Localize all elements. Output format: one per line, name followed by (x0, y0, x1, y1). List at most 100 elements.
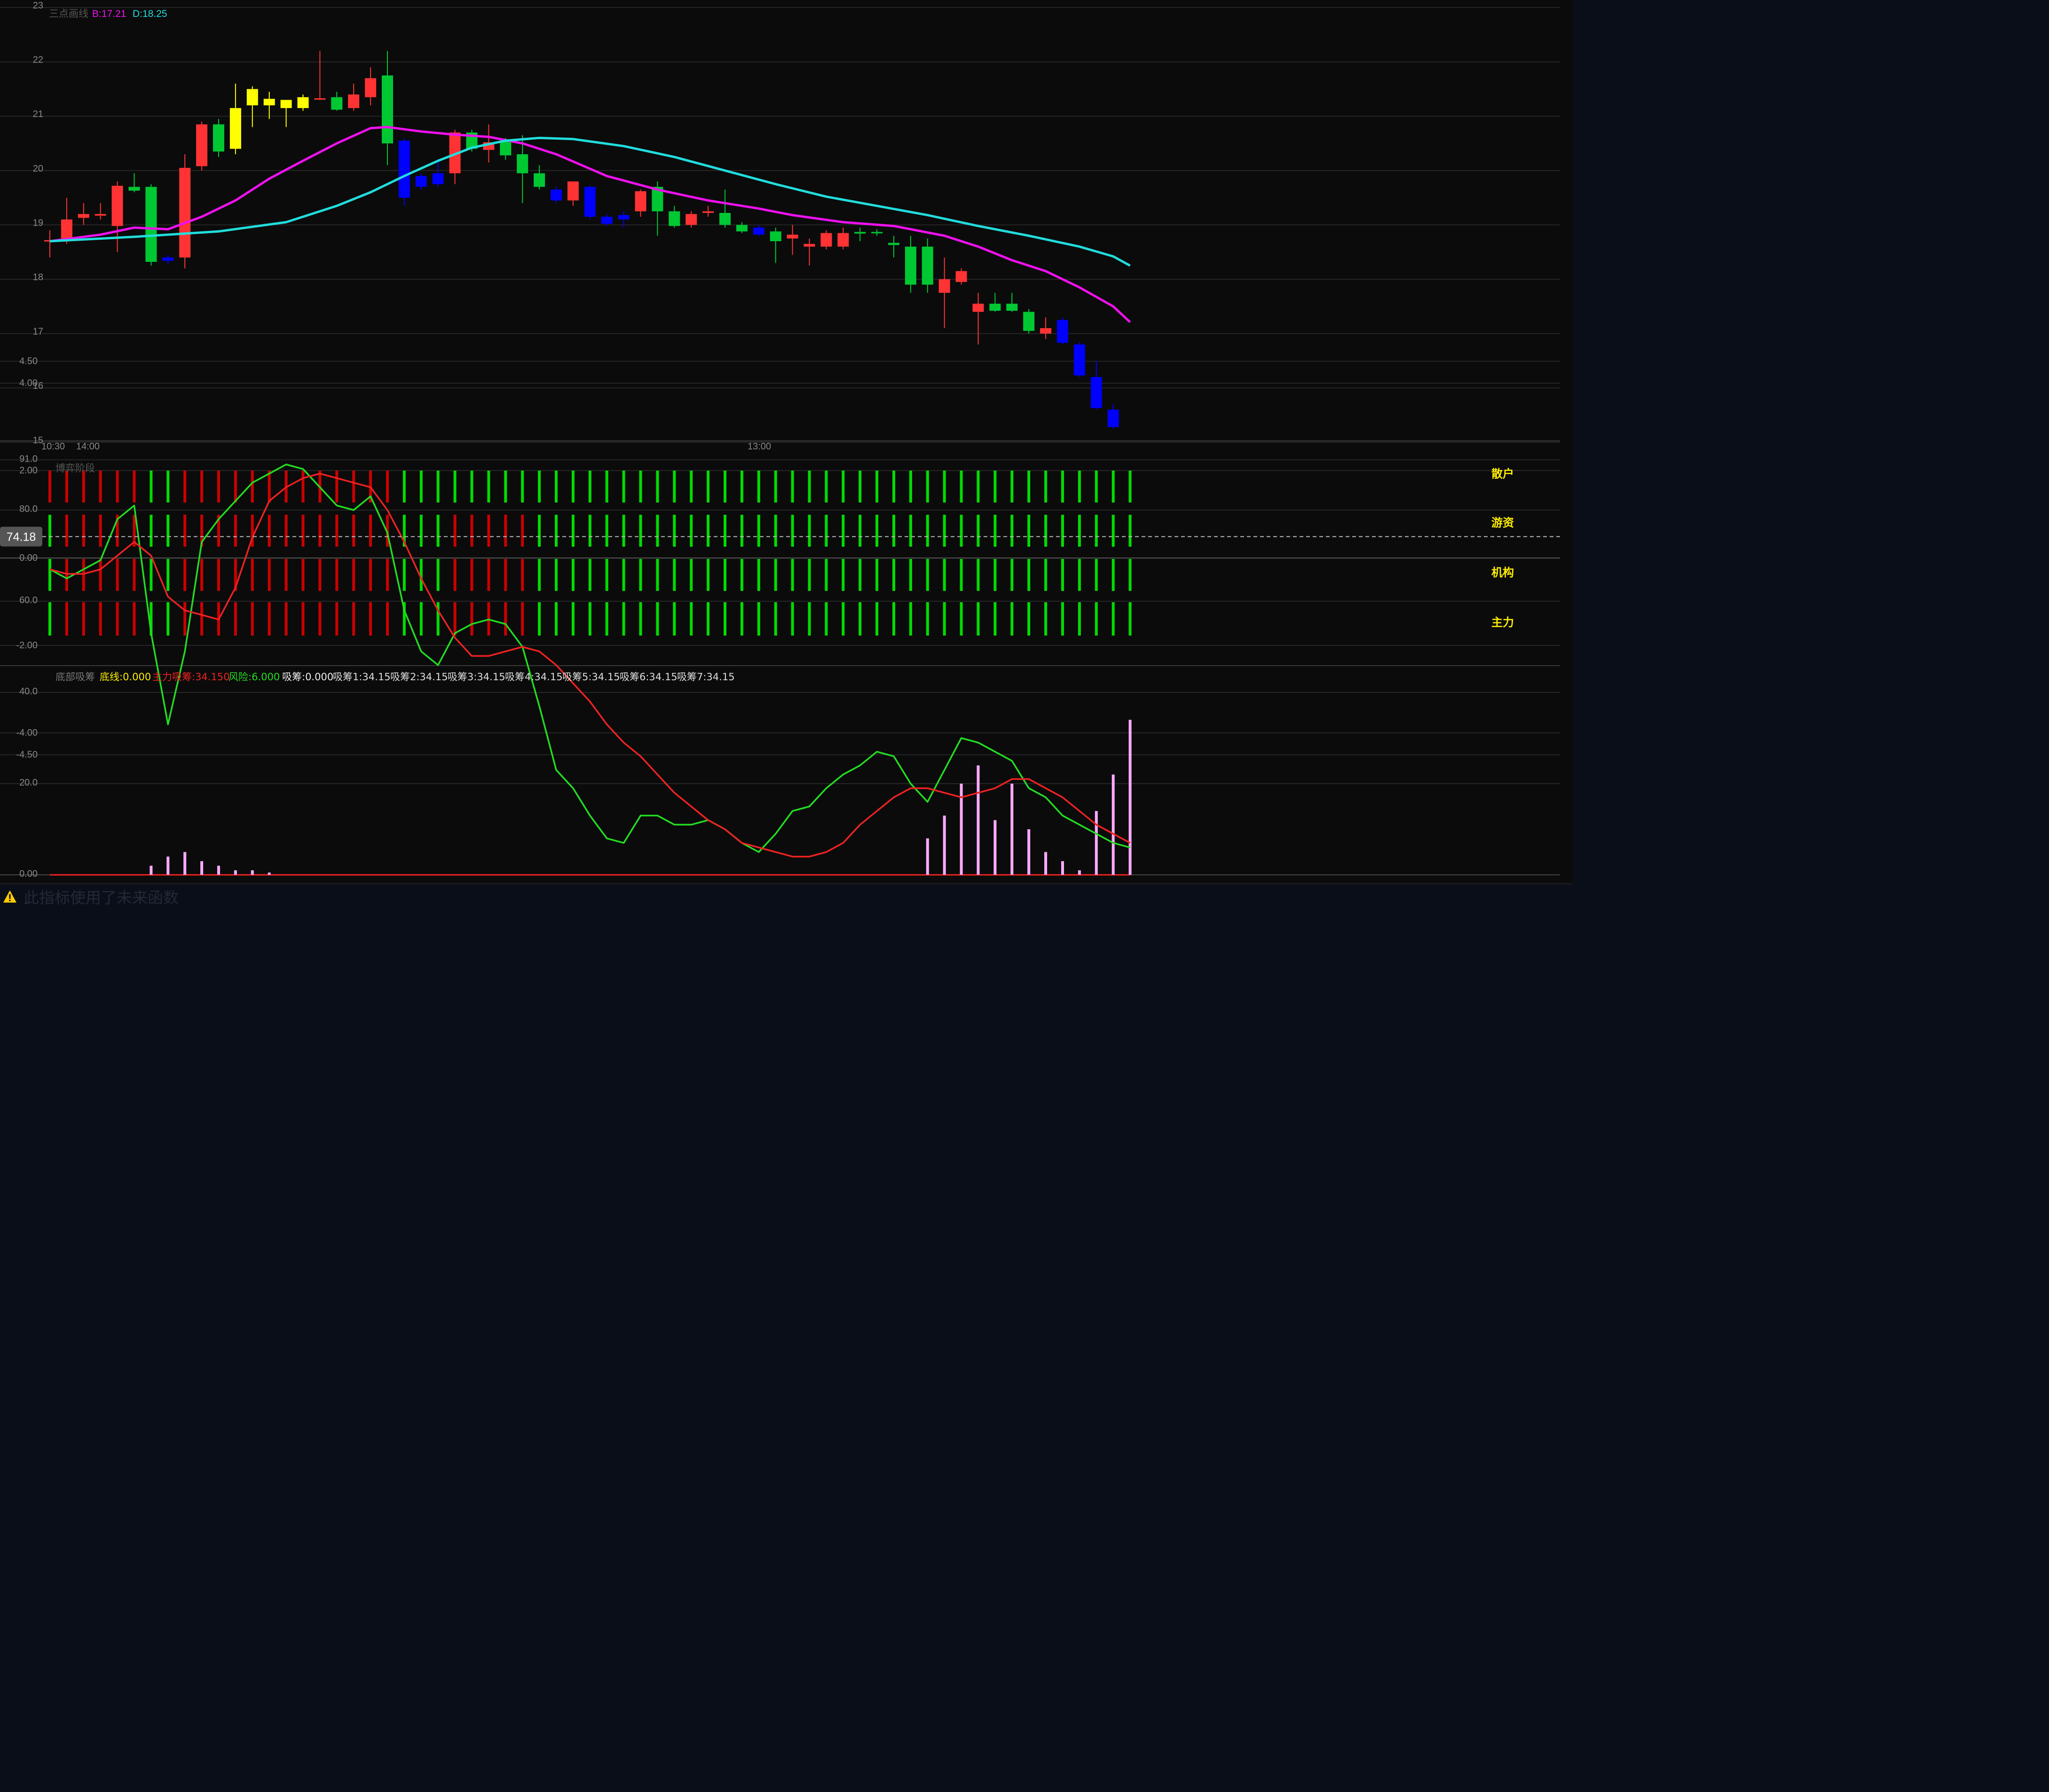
y-tick-label: 20.0 (19, 778, 38, 788)
x-tick-label: 10:30 (41, 441, 65, 452)
player-bar (133, 471, 136, 503)
player-bar (183, 471, 187, 503)
player-bar (740, 471, 743, 503)
y-tick-label: 23 (33, 0, 43, 11)
legend-accumulation-5: 吸筹5:34.15 (562, 671, 620, 683)
histogram-bar (268, 872, 271, 875)
player-bar (99, 515, 102, 547)
y-tick-label: 19 (33, 218, 43, 228)
player-bar (65, 515, 68, 547)
y-tick-label: 17 (33, 327, 43, 337)
candle-body (989, 304, 1001, 311)
player-bar (808, 559, 811, 591)
y-tick-label: 21 (33, 109, 43, 119)
row-label-hot-money: 游资 (1491, 516, 1514, 529)
player-bar (234, 602, 237, 636)
player-bar (757, 515, 760, 547)
y-tick-label: -2.00 (16, 640, 38, 651)
player-bar (1111, 559, 1115, 591)
player-bar (622, 471, 625, 503)
candle-body (905, 246, 916, 285)
player-bar (605, 471, 608, 503)
player-bar (960, 471, 963, 503)
player-bar (740, 602, 743, 636)
row-label-institution: 机构 (1491, 566, 1514, 579)
player-bar (842, 515, 845, 547)
player-bar (1128, 515, 1132, 547)
player-bar (166, 559, 170, 591)
player-bar (402, 471, 406, 503)
legend-accumulation: 吸筹:0.000 (282, 671, 333, 683)
player-bar (1027, 515, 1031, 547)
legend-b: B:17.21 (92, 8, 126, 19)
candle-body (111, 186, 123, 226)
candle-body (229, 108, 241, 149)
candle-body (1006, 304, 1018, 311)
histogram-bar (1027, 829, 1031, 875)
player-bar (65, 602, 68, 636)
player-bar (993, 602, 997, 636)
player-bar (1095, 559, 1098, 591)
candle-body (162, 257, 174, 261)
legend-accumulation-7: 吸筹7:34.15 (677, 671, 735, 683)
y-tick-label: 91.0 (19, 454, 38, 464)
player-bar (588, 515, 591, 547)
legend-bottom-line: 底线:0.000 (100, 671, 151, 683)
player-bar (99, 471, 102, 503)
player-bar (774, 602, 777, 636)
player-bar (690, 559, 693, 591)
player-bar (1061, 559, 1064, 591)
y-tick-label: 0.00 (19, 553, 38, 563)
histogram-bar (1111, 774, 1115, 875)
player-bar (1128, 559, 1132, 591)
player-bar (1095, 602, 1098, 636)
player-bar (588, 559, 591, 591)
player-bar (690, 515, 693, 547)
player-bar (1027, 471, 1031, 503)
player-bar (150, 471, 153, 503)
candle-body (246, 89, 258, 106)
player-bar (369, 602, 372, 636)
histogram-bar (1095, 811, 1098, 875)
histogram-bar (1044, 852, 1048, 875)
player-bar (538, 515, 541, 547)
candle-body (398, 141, 410, 198)
y-tick-label: 20 (33, 164, 43, 174)
candle-body (1107, 409, 1119, 427)
player-bar (183, 515, 187, 547)
candle-body (584, 187, 596, 217)
candle-body (922, 246, 933, 285)
candle-body (128, 187, 140, 191)
player-bar (1044, 602, 1048, 636)
player-bar (470, 471, 473, 503)
player-bar (588, 471, 591, 503)
candle-body (702, 211, 714, 213)
player-bar (724, 602, 726, 636)
player-bar (99, 602, 102, 636)
histogram-bar (1128, 720, 1132, 875)
player-bar (183, 559, 187, 591)
candle-body (331, 97, 343, 110)
player-bar (453, 559, 457, 591)
player-bar (369, 559, 372, 591)
candle-body (837, 233, 849, 247)
player-bar (318, 515, 322, 547)
y-tick-label: 60.0 (19, 595, 38, 605)
player-bar (571, 559, 575, 591)
player-bar (707, 559, 710, 591)
legend-main-accumulation: 主力吸筹:34.150 (152, 671, 230, 683)
player-bar (825, 471, 828, 503)
y-tick-label: -4.50 (16, 750, 38, 760)
player-bar (555, 602, 558, 636)
player-bar (318, 559, 322, 591)
candle-panel-title: 三点画线 (49, 8, 88, 19)
player-bar (1095, 515, 1098, 547)
histogram-bar (150, 865, 153, 875)
player-bar (673, 471, 676, 503)
y-tick-label: 80.0 (19, 504, 38, 514)
player-bar (960, 559, 963, 591)
candle-body (955, 271, 967, 282)
player-bar (1010, 559, 1014, 591)
candle-body (1040, 328, 1052, 334)
y-tick-label: 18 (33, 272, 43, 283)
